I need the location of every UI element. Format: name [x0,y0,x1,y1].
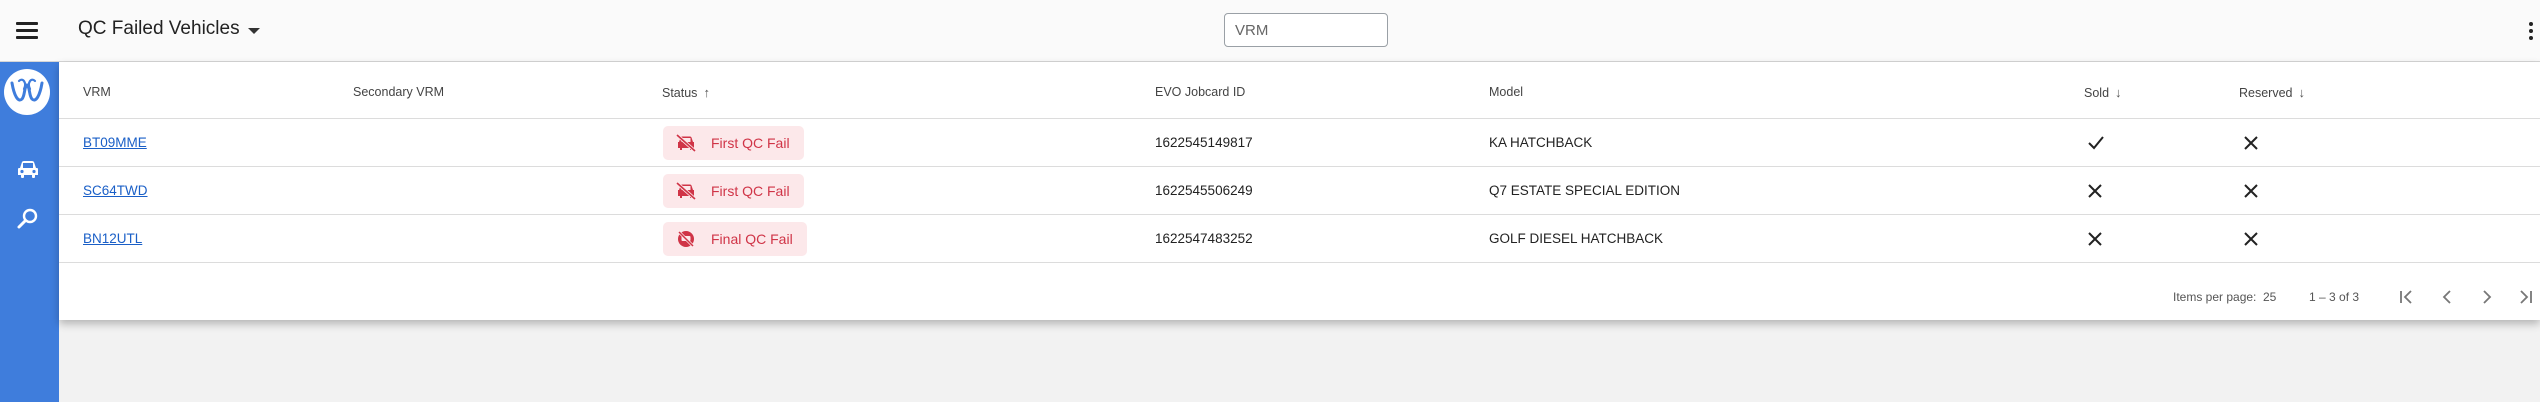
vrm-search-input[interactable] [1224,13,1388,47]
table-row: SC64TWD First QC Fail 1622545506249 Q7 E… [59,167,2540,215]
next-page-button[interactable] [2477,287,2497,307]
sort-arrow-down-icon: ↓ [2115,85,2122,100]
page-range-label: 1 – 3 of 3 [2309,290,2360,304]
vrm-link[interactable]: BN12UTL [83,231,142,246]
sold-cell [2087,119,2105,166]
table-row: BN12UTL Final QC Fail 1622547483252 GOLF… [59,215,2540,263]
evo-jobcard-id-cell: 1622547483252 [1155,231,1253,246]
evo-jobcard-id-cell: 1622545149817 [1155,135,1253,150]
close-icon [2244,231,2258,246]
column-header-reserved[interactable]: Reserved ↓ [2239,85,2305,100]
close-icon [2088,231,2102,246]
top-app-bar: QC Failed Vehicles [0,0,2540,62]
vrm-link[interactable]: SC64TWD [83,183,148,198]
status-text: Final QC Fail [711,230,793,247]
car-icon [18,161,38,178]
column-header-secondary-vrm: Secondary VRM [353,85,445,99]
items-per-page-label: Items per page: [2173,290,2257,304]
paginator: Items per page: 25 1 – 3 of 3 [59,270,2540,320]
search-icon [17,208,38,229]
chevron-left-icon [2442,290,2451,304]
status-cell: First QC Fail [663,119,804,166]
page-title-dropdown[interactable]: QC Failed Vehicles [78,18,260,40]
column-header-model: Model [1489,85,1524,99]
status-badge: Final QC Fail [663,221,807,256]
no-car-icon [675,133,697,152]
sold-cell [2087,167,2103,214]
sidebar-item-vehicles[interactable] [16,158,42,182]
model-cell: KA HATCHBACK [1489,135,1593,150]
column-header-status[interactable]: Status ↑ [662,85,710,100]
menu-icon[interactable] [14,19,40,43]
column-header-sold[interactable]: Sold ↓ [2084,85,2122,100]
vrm-cell: BT09MME [83,119,147,166]
chevron-right-icon [2483,290,2492,304]
reserved-cell [2243,167,2259,214]
last-page-icon [2520,290,2532,304]
reserved-cell [2243,215,2259,262]
first-page-button[interactable] [2397,287,2417,307]
vrm-cell: SC64TWD [83,167,148,214]
caret-down-icon [247,27,260,34]
results-table-panel: VRM Secondary VRM Status ↑ EVO Jobcard ID… [59,62,2540,320]
reserved-cell [2243,119,2259,166]
previous-page-button[interactable] [2437,287,2457,307]
column-header-vrm: VRM [83,85,111,99]
status-badge: First QC Fail [663,125,804,160]
sort-arrow-up-icon: ↑ [703,85,710,100]
status-text: First QC Fail [711,182,790,199]
page-title: QC Failed Vehicles [78,18,240,39]
close-icon [2244,135,2258,150]
last-page-button[interactable] [2515,287,2535,307]
vrm-link[interactable]: BT09MME [83,135,147,150]
first-page-icon [2400,290,2412,304]
column-header-evo-jobcard-id: EVO Jobcard ID [1155,85,1246,99]
status-text: First QC Fail [711,134,790,151]
items-per-page-select[interactable]: 25 [2263,290,2276,304]
brand-logo-icon [10,78,44,102]
sold-cell [2087,215,2103,262]
status-cell: Final QC Fail [663,215,807,262]
close-icon [2244,183,2258,198]
sidebar [0,62,59,402]
blocked-icon [677,230,695,247]
sort-arrow-down-icon: ↓ [2298,85,2306,100]
evo-jobcard-id-cell: 1622545506249 [1155,183,1253,198]
vrm-cell: BN12UTL [83,215,142,262]
close-icon [2088,183,2102,198]
model-cell: Q7 ESTATE SPECIAL EDITION [1489,183,1681,198]
no-car-icon [675,181,697,200]
status-cell: First QC Fail [663,167,804,214]
table-header-row: VRM Secondary VRM Status ↑ EVO Jobcard ID… [59,62,2540,119]
table-row: BT09MME First QC Fail 1622545149817 KA H… [59,119,2540,167]
check-icon [2088,135,2104,149]
model-cell: GOLF DIESEL HATCHBACK [1489,231,1664,246]
brand-logo[interactable] [4,69,50,115]
more-vert-icon[interactable] [2529,22,2535,42]
status-badge: First QC Fail [663,173,804,208]
sidebar-item-search[interactable] [16,208,42,232]
